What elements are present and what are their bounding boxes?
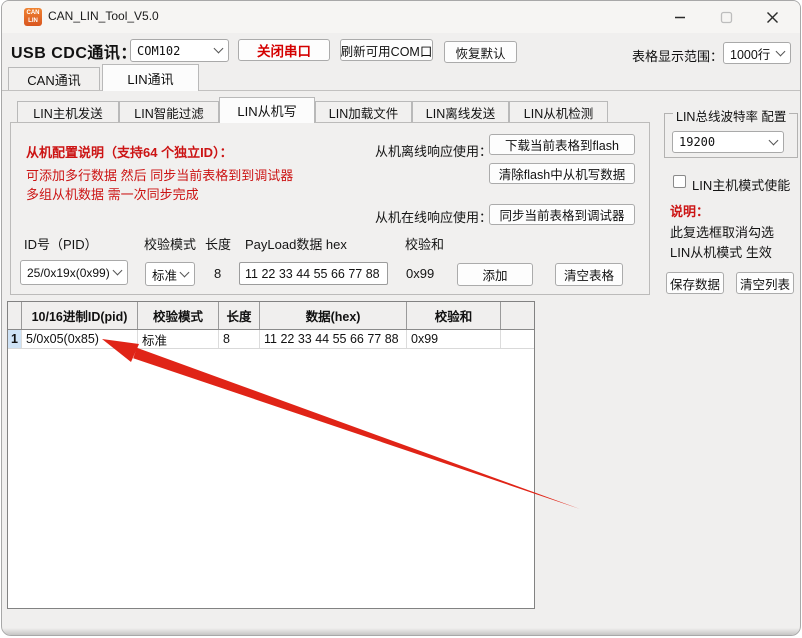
col-header-checksum: 校验和 (407, 302, 501, 329)
minimize-button[interactable] (658, 1, 702, 33)
title-bar: CAN LIN CAN_LIN_Tool_V5.0 (2, 1, 800, 33)
app-icon: CAN LIN (24, 8, 42, 26)
refresh-com-button[interactable]: 刷新可用COM口 (340, 39, 433, 61)
row-mode-cell: 标准 (138, 330, 219, 348)
usb-cdc-label: USB CDC通讯： (11, 39, 137, 63)
tab-lin-slave-write[interactable]: LIN从机写 (219, 97, 315, 123)
row-number-header (8, 302, 22, 329)
checksum-label: 校验和 (405, 234, 444, 253)
note-line1: 此复选框取消勾选 (670, 222, 774, 241)
note-line2: LIN从机模式 生效 (670, 242, 772, 261)
note-title: 说明： (670, 201, 709, 220)
clear-flash-slave-data-button[interactable]: 清除flash中从机写数据 (489, 163, 635, 184)
table-range-select[interactable]: 1000行 (723, 42, 791, 64)
chevron-down-icon (776, 46, 786, 56)
baud-rate-value: 19200 (679, 135, 715, 149)
baud-rate-group-title: LIN总线波特率 配置 (673, 106, 789, 125)
tab-lin-load-file[interactable]: LIN加载文件 (315, 101, 412, 123)
table-range-label: 表格显示范围： (632, 46, 723, 65)
tab-can-comm[interactable]: CAN通讯 (8, 67, 100, 90)
tab-lin-smart-filter[interactable]: LIN智能过滤 (119, 101, 219, 123)
online-response-label: 从机在线响应使用： (375, 207, 492, 226)
row-length-cell: 8 (219, 330, 260, 348)
chevron-down-icon (214, 44, 224, 54)
row-checksum-cell: 0x99 (407, 330, 501, 348)
payload-label: PayLoad数据 hex (245, 234, 347, 253)
window-bottom-edge (2, 628, 800, 635)
close-icon (766, 11, 779, 24)
row-id-cell: 5/0x05(0x85) (22, 330, 138, 348)
col-header-length: 长度 (219, 302, 260, 329)
id-pid-value: 25/0x19x(0x99) (27, 266, 110, 280)
tab-lin-comm[interactable]: LIN通讯 (102, 64, 199, 91)
close-button[interactable] (750, 1, 794, 33)
minimize-icon (674, 11, 686, 23)
tab-lin-slave-detect[interactable]: LIN从机检测 (509, 101, 608, 123)
download-table-to-flash-button[interactable]: 下载当前表格到flash (489, 134, 635, 155)
chevron-down-icon (769, 135, 779, 145)
restore-default-button[interactable]: 恢复默认 (444, 41, 517, 63)
check-mode-label: 校验模式 (144, 234, 196, 253)
maximize-button[interactable] (704, 1, 748, 33)
col-header-check-mode: 校验模式 (138, 302, 219, 329)
table-header-row: 10/16进制ID(pid) 校验模式 长度 数据(hex) 校验和 (8, 302, 534, 330)
app-icon-text-bottom: LIN (24, 17, 42, 25)
length-label: 长度 (205, 234, 231, 253)
table-row[interactable]: 1 5/0x05(0x85) 标准 8 11 22 33 44 55 66 77… (8, 330, 534, 349)
table-range-value: 1000行 (730, 44, 770, 63)
id-pid-label: ID号（PID） (24, 234, 98, 253)
slave-write-table: 10/16进制ID(pid) 校验模式 长度 数据(hex) 校验和 1 5/0… (7, 301, 535, 609)
com-port-value: COM102 (137, 44, 180, 58)
clear-list-button[interactable]: 清空列表 (736, 272, 794, 294)
save-data-button[interactable]: 保存数据 (666, 272, 724, 294)
col-header-data-hex: 数据(hex) (260, 302, 407, 329)
slave-config-notice-line2: 可添加多行数据 然后 同步当前表格到到调试器 (26, 165, 293, 184)
slave-config-notice-line3: 多组从机数据 需一次同步完成 (26, 184, 199, 203)
check-mode-select[interactable]: 标准 (145, 262, 195, 286)
sync-table-to-debugger-button[interactable]: 同步当前表格到调试器 (489, 204, 635, 225)
chevron-down-icon (113, 266, 123, 276)
slave-config-notice-title: 从机配置说明（支持64 个独立ID）： (26, 142, 233, 161)
lin-master-mode-checkbox[interactable] (673, 175, 686, 188)
com-port-select[interactable]: COM102 (130, 39, 229, 62)
tab-lin-offline-send[interactable]: LIN离线发送 (412, 101, 509, 123)
tab-lin-master-send[interactable]: LIN主机发送 (17, 101, 119, 123)
app-icon-text-top: CAN (24, 9, 42, 17)
add-button[interactable]: 添加 (457, 263, 533, 286)
maximize-icon (720, 11, 733, 24)
row-number-cell: 1 (8, 330, 22, 348)
app-window: CAN LIN CAN_LIN_Tool_V5.0 USB CDC通讯： COM… (1, 0, 801, 636)
lin-master-mode-label: LIN主机模式使能 (692, 175, 790, 194)
window-title: CAN_LIN_Tool_V5.0 (48, 9, 159, 23)
offline-response-label: 从机离线响应使用： (375, 141, 492, 160)
close-serial-button[interactable]: 关闭串口 (238, 39, 330, 61)
id-pid-select[interactable]: 25/0x19x(0x99) (20, 260, 128, 285)
checksum-value: 0x99 (406, 266, 434, 281)
col-header-id: 10/16进制ID(pid) (22, 302, 138, 329)
baud-rate-select[interactable]: 19200 (672, 131, 784, 153)
chevron-down-icon (180, 267, 190, 277)
check-mode-value: 标准 (152, 265, 177, 284)
row-data-cell: 11 22 33 44 55 66 77 88 (260, 330, 407, 348)
payload-input[interactable]: 11 22 33 44 55 66 77 88 (239, 262, 388, 285)
length-value: 8 (214, 266, 221, 281)
clear-table-button[interactable]: 清空表格 (555, 263, 623, 286)
